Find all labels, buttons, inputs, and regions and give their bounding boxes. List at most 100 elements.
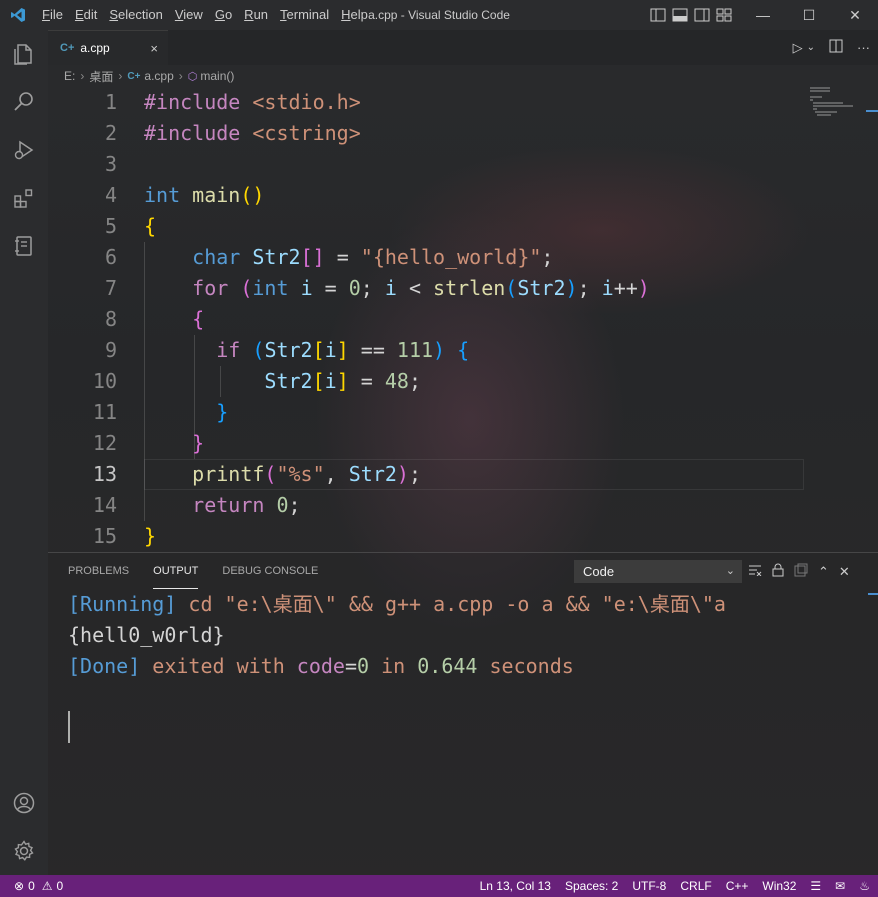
line-number: 13: [92, 462, 117, 486]
run-code-icon[interactable]: ▷: [793, 40, 803, 56]
editor-actions: ▷ ⌄ ···: [793, 30, 870, 65]
output-text: [Running] cd "e:\桌面\" && g++ a.cpp -o a …: [68, 589, 726, 682]
chevron-right-icon: ›: [178, 69, 183, 83]
chevron-down-icon[interactable]: ⌄: [807, 42, 815, 53]
breadcrumb-file[interactable]: a.cpp: [144, 69, 173, 83]
layout-controls: [650, 0, 732, 30]
code-line[interactable]: 4 int main(): [48, 180, 808, 211]
menu-edit[interactable]: Edit: [69, 0, 103, 30]
window-controls: — ☐ ✕: [740, 0, 878, 30]
line-number: 6: [104, 245, 117, 269]
settings-gear-icon[interactable]: [0, 827, 48, 875]
line-number: 5: [104, 214, 117, 238]
toggle-panel-icon[interactable]: [672, 8, 688, 22]
code-text: printf("%s", Str2);: [192, 462, 421, 486]
code-line[interactable]: 13 printf("%s", Str2);: [48, 459, 808, 490]
line-number: 10: [92, 369, 117, 393]
code-text: {: [144, 214, 157, 238]
open-in-editor-icon[interactable]: [794, 563, 808, 580]
status-cursor-position[interactable]: Ln 13, Col 13: [480, 879, 551, 893]
code-line[interactable]: 6 char Str2[] = "{hello_world}";: [48, 242, 808, 273]
menu-view[interactable]: View: [169, 0, 209, 30]
editor-tab-strip: C+ a.cpp × ▷ ⌄ ···: [48, 30, 878, 65]
extensions-icon[interactable]: [0, 174, 48, 222]
text-cursor: [68, 711, 70, 743]
code-line[interactable]: 2 #include <cstring>: [48, 118, 808, 149]
minimize-icon[interactable]: —: [740, 0, 786, 30]
lock-scroll-icon[interactable]: [772, 563, 784, 580]
tab-output[interactable]: OUTPUT: [153, 553, 199, 589]
code-text: char Str2[] = "{hello_world}";: [192, 245, 554, 269]
output-line: [Running] cd "e:\桌面\" && g++ a.cpp -o a …: [68, 592, 726, 616]
panel-scrollbar[interactable]: [868, 593, 878, 713]
code-line[interactable]: 9 if (Str2[i] == 111) {: [48, 335, 808, 366]
bottom-panel: PROBLEMS OUTPUT DEBUG CONSOLE Code ⌄ ⌃ ✕…: [48, 552, 878, 875]
tab-a-cpp[interactable]: C+ a.cpp ×: [48, 30, 168, 65]
code-editor[interactable]: 1 #include <stdio.h> 2 #include <cstring> 3 4…: [48, 87, 878, 552]
code-line[interactable]: 7 for (int i = 0; i < strlen(Str2); i++): [48, 273, 808, 304]
code-line[interactable]: 10 Str2[i] = 48;: [48, 366, 808, 397]
code-text: #include <cstring>: [144, 121, 361, 145]
status-platform[interactable]: Win32: [762, 879, 796, 893]
feedback-icon[interactable]: ✉: [835, 879, 845, 893]
close-tab-icon[interactable]: ×: [150, 41, 158, 56]
menu-bar: File Edit Selection View Go Run Terminal Help: [36, 0, 374, 30]
code-line[interactable]: 11 }: [48, 397, 808, 428]
code-text: }: [192, 431, 205, 455]
clear-output-icon[interactable]: [748, 564, 762, 579]
code-line[interactable]: 5{: [48, 211, 808, 242]
breadcrumb-folder[interactable]: 桌面: [89, 68, 113, 85]
cpp-file-icon: C+: [60, 42, 75, 54]
toggle-secondary-sidebar-icon[interactable]: [694, 8, 710, 22]
close-window-icon[interactable]: ✕: [832, 0, 878, 30]
menu-help[interactable]: Help: [335, 0, 374, 30]
tab-debug-console[interactable]: DEBUG CONSOLE: [222, 553, 318, 589]
chevron-down-icon: ⌄: [725, 565, 735, 577]
code-line[interactable]: 15}: [48, 521, 808, 552]
explorer-icon[interactable]: [0, 30, 48, 78]
minimap[interactable]: [810, 87, 866, 117]
menu-terminal[interactable]: Terminal: [274, 0, 335, 30]
menu-file[interactable]: File: [36, 0, 69, 30]
notebook-icon[interactable]: [0, 222, 48, 270]
customize-layout-icon[interactable]: [716, 8, 732, 22]
warning-icon: ⚠: [41, 879, 53, 893]
line-number: 8: [104, 307, 117, 331]
breadcrumb-symbol[interactable]: main(): [200, 69, 234, 83]
more-actions-icon[interactable]: ···: [857, 40, 870, 55]
breadcrumb-drive[interactable]: E:: [64, 69, 75, 83]
status-problems[interactable]: ⊗ 0 ⚠ 0: [14, 879, 63, 893]
status-encoding[interactable]: UTF-8: [632, 879, 666, 893]
chevron-right-icon: ›: [118, 69, 123, 83]
close-panel-icon[interactable]: ✕: [839, 564, 850, 580]
code-line[interactable]: 12 }: [48, 428, 808, 459]
line-number: 2: [104, 121, 117, 145]
search-icon[interactable]: [0, 78, 48, 126]
line-number: 7: [104, 276, 117, 300]
split-editor-icon[interactable]: [829, 39, 843, 56]
menu-go[interactable]: Go: [209, 0, 238, 30]
panel-tabs: PROBLEMS OUTPUT DEBUG CONSOLE: [68, 553, 318, 589]
code-line[interactable]: 8 {: [48, 304, 808, 335]
code-line[interactable]: 3: [48, 149, 808, 180]
tab-problems[interactable]: PROBLEMS: [68, 553, 129, 589]
vscode-logo-icon: [0, 0, 36, 30]
code-text: return 0;: [192, 493, 301, 517]
menu-selection[interactable]: Selection: [103, 0, 168, 30]
live-share-icon[interactable]: ☰: [810, 879, 821, 893]
menu-run[interactable]: Run: [238, 0, 274, 30]
toggle-sidebar-icon[interactable]: [650, 8, 666, 22]
notifications-bell-icon[interactable]: ♨: [859, 879, 870, 893]
run-and-debug-icon[interactable]: [0, 126, 48, 174]
status-indentation[interactable]: Spaces: 2: [565, 879, 618, 893]
code-line[interactable]: 1 #include <stdio.h>: [48, 87, 808, 118]
output-channel-select[interactable]: Code ⌄: [574, 560, 742, 583]
error-count: 0: [28, 879, 35, 893]
status-eol[interactable]: CRLF: [680, 879, 711, 893]
accounts-icon[interactable]: [0, 779, 48, 827]
code-line[interactable]: 14 return 0;: [48, 490, 808, 521]
line-number: 14: [92, 493, 117, 517]
maximize-icon[interactable]: ☐: [786, 0, 832, 30]
maximize-panel-icon[interactable]: ⌃: [818, 564, 829, 580]
status-language[interactable]: C++: [726, 879, 749, 893]
